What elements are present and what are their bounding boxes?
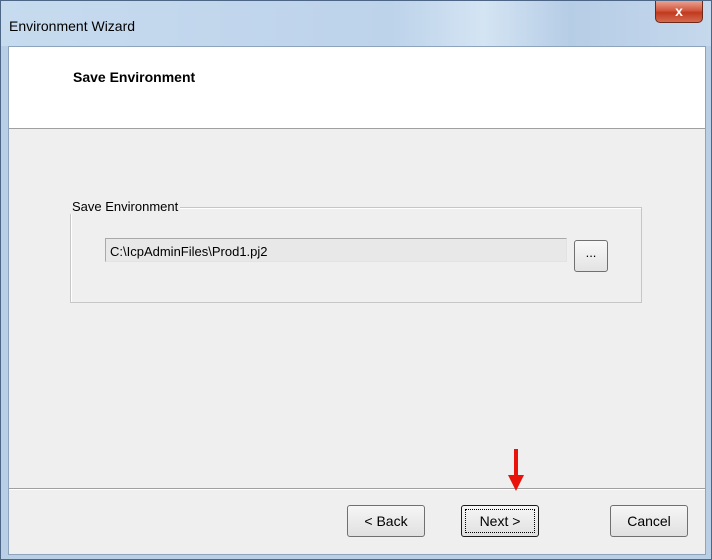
wizard-header: Save Environment	[9, 47, 705, 129]
file-path-field[interactable]	[105, 238, 567, 262]
group-legend: Save Environment	[70, 199, 181, 214]
footer-divider	[9, 488, 705, 490]
back-button[interactable]: < Back	[347, 505, 425, 537]
close-icon: x	[675, 3, 683, 19]
close-button[interactable]: x	[655, 1, 703, 23]
page-title: Save Environment	[73, 69, 196, 85]
title-bar[interactable]: Environment Wizard x	[1, 1, 711, 46]
next-button[interactable]: Next >	[461, 505, 539, 537]
next-button-label: Next >	[465, 509, 535, 533]
wizard-window: Environment Wizard x Save Environment Sa…	[0, 0, 712, 560]
save-environment-group: Save Environment ...	[70, 199, 642, 303]
down-arrow-icon	[508, 449, 524, 491]
wizard-body: Save Environment Save Environment ... < …	[8, 46, 706, 555]
browse-button[interactable]: ...	[574, 240, 608, 272]
cancel-button[interactable]: Cancel	[610, 505, 688, 537]
window-title: Environment Wizard	[9, 18, 136, 34]
